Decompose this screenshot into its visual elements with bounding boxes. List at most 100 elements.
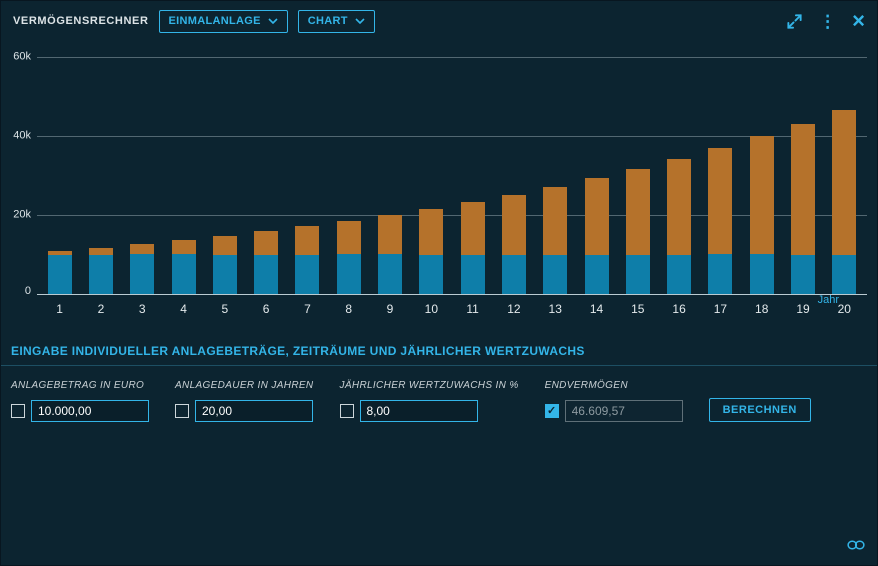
investment-mode-dropdown[interactable]: EINMALANLAGE	[159, 10, 288, 33]
anlagedauer-checkbox[interactable]	[175, 404, 189, 418]
form-section-title: EINGABE INDIVIDUELLER ANLAGEBETRÄGE, ZEI…	[1, 344, 877, 358]
x-tick-8: 8	[328, 302, 369, 316]
x-tick-19: 19	[782, 302, 823, 316]
anlagedauer-input[interactable]	[195, 400, 313, 422]
bar-segment-growth[interactable]	[626, 169, 650, 255]
bar-segment-growth[interactable]	[461, 202, 485, 255]
bar-segment-principal[interactable]	[502, 255, 526, 295]
bar-segment-principal[interactable]	[750, 254, 774, 294]
bar-segment-growth[interactable]	[832, 110, 856, 255]
bar-year-11[interactable]	[452, 57, 493, 294]
anlagebetrag-input[interactable]	[31, 400, 149, 422]
wertzuwachs-checkbox[interactable]	[340, 404, 354, 418]
bar-year-7[interactable]	[287, 57, 328, 294]
berechnen-button[interactable]: BERECHNEN	[709, 398, 811, 422]
bar-year-19[interactable]	[782, 57, 823, 294]
bar-segment-growth[interactable]	[130, 244, 154, 254]
chevron-down-icon	[355, 15, 365, 27]
bar-segment-growth[interactable]	[295, 226, 319, 254]
endvermoegen-checkbox[interactable]	[545, 404, 559, 418]
bar-segment-growth[interactable]	[254, 231, 278, 254]
bar-segment-principal[interactable]	[378, 254, 402, 294]
bar-segment-growth[interactable]	[750, 136, 774, 254]
bar-year-13[interactable]	[535, 57, 576, 294]
bar-segment-growth[interactable]	[543, 187, 567, 255]
x-tick-3: 3	[122, 302, 163, 316]
field-wertzuwachs: JÄHRLICHER WERTZUWACHS IN %	[340, 380, 519, 422]
bar-segment-principal[interactable]	[213, 255, 237, 295]
x-axis-labels: Jahr 1234567891011121314151617181920	[37, 294, 867, 324]
anlagebetrag-checkbox[interactable]	[11, 404, 25, 418]
bar-segment-principal[interactable]	[791, 255, 815, 295]
x-tick-16: 16	[658, 302, 699, 316]
expand-icon[interactable]	[786, 11, 803, 31]
bar-year-15[interactable]	[617, 57, 658, 294]
bar-year-3[interactable]	[122, 57, 163, 294]
bar-segment-principal[interactable]	[130, 254, 154, 294]
wertzuwachs-input[interactable]	[360, 400, 478, 422]
bar-segment-growth[interactable]	[213, 236, 237, 255]
bar-segment-principal[interactable]	[337, 254, 361, 294]
kebab-menu-icon[interactable]: ⋮	[819, 11, 836, 31]
vermoegensrechner-window: VERMÖGENSRECHNER EINMALANLAGE CHART ⋮ ×	[0, 0, 878, 566]
bar-segment-principal[interactable]	[708, 254, 732, 294]
bar-year-10[interactable]	[411, 57, 452, 294]
bar-year-1[interactable]	[39, 57, 80, 294]
bar-segment-principal[interactable]	[461, 255, 485, 295]
endvermoegen-input[interactable]	[565, 400, 683, 422]
bar-year-18[interactable]	[741, 57, 782, 294]
link-icon[interactable]	[847, 538, 865, 555]
bar-year-17[interactable]	[700, 57, 741, 294]
bar-segment-growth[interactable]	[585, 178, 609, 255]
bar-year-6[interactable]	[245, 57, 286, 294]
x-tick-5: 5	[204, 302, 245, 316]
bar-segment-principal[interactable]	[543, 255, 567, 295]
bar-year-4[interactable]	[163, 57, 204, 294]
chart: 60k 40k 20k 0	[37, 57, 867, 294]
bar-year-8[interactable]	[328, 57, 369, 294]
x-tick-2: 2	[80, 302, 121, 316]
bar-year-14[interactable]	[576, 57, 617, 294]
bar-segment-principal[interactable]	[832, 255, 856, 295]
bar-year-9[interactable]	[369, 57, 410, 294]
bar-year-5[interactable]	[204, 57, 245, 294]
bar-segment-growth[interactable]	[502, 195, 526, 255]
bar-segment-growth[interactable]	[708, 148, 732, 255]
x-tick-14: 14	[576, 302, 617, 316]
bar-segment-principal[interactable]	[172, 254, 196, 294]
bar-year-20[interactable]	[824, 57, 865, 294]
bar-segment-principal[interactable]	[295, 255, 319, 295]
y-tick-20k: 20k	[3, 208, 31, 220]
bar-year-16[interactable]	[658, 57, 699, 294]
wertzuwachs-label: JÄHRLICHER WERTZUWACHS IN %	[340, 380, 519, 391]
bar-segment-growth[interactable]	[419, 209, 443, 255]
x-tick-1: 1	[39, 302, 80, 316]
x-tick-11: 11	[452, 302, 493, 316]
field-anlagebetrag: ANLAGEBETRAG IN EURO	[11, 380, 149, 422]
close-icon[interactable]: ×	[852, 11, 865, 31]
bar-segment-growth[interactable]	[791, 124, 815, 255]
bar-year-2[interactable]	[80, 57, 121, 294]
bar-segment-growth[interactable]	[667, 159, 691, 255]
x-tick-20: 20	[824, 302, 865, 316]
bar-segment-principal[interactable]	[585, 255, 609, 295]
bar-segment-growth[interactable]	[378, 215, 402, 254]
chevron-down-icon	[268, 15, 278, 27]
bar-segment-principal[interactable]	[89, 255, 113, 295]
bar-segment-growth[interactable]	[172, 240, 196, 254]
endvermoegen-label: ENDVERMÖGEN	[545, 380, 683, 391]
view-type-dropdown[interactable]: CHART	[298, 10, 375, 33]
x-tick-7: 7	[287, 302, 328, 316]
bar-segment-principal[interactable]	[626, 255, 650, 295]
anlagebetrag-label: ANLAGEBETRAG IN EURO	[11, 380, 149, 391]
x-tick-13: 13	[535, 302, 576, 316]
bar-segment-principal[interactable]	[254, 255, 278, 295]
field-berechnen: BERECHNEN	[709, 398, 811, 422]
bar-segment-growth[interactable]	[337, 221, 361, 255]
x-tick-15: 15	[617, 302, 658, 316]
bar-year-12[interactable]	[493, 57, 534, 294]
bar-segment-principal[interactable]	[419, 255, 443, 295]
bar-segment-principal[interactable]	[48, 255, 72, 295]
bar-segment-principal[interactable]	[667, 255, 691, 295]
investment-mode-dropdown-label: EINMALANLAGE	[169, 15, 261, 27]
